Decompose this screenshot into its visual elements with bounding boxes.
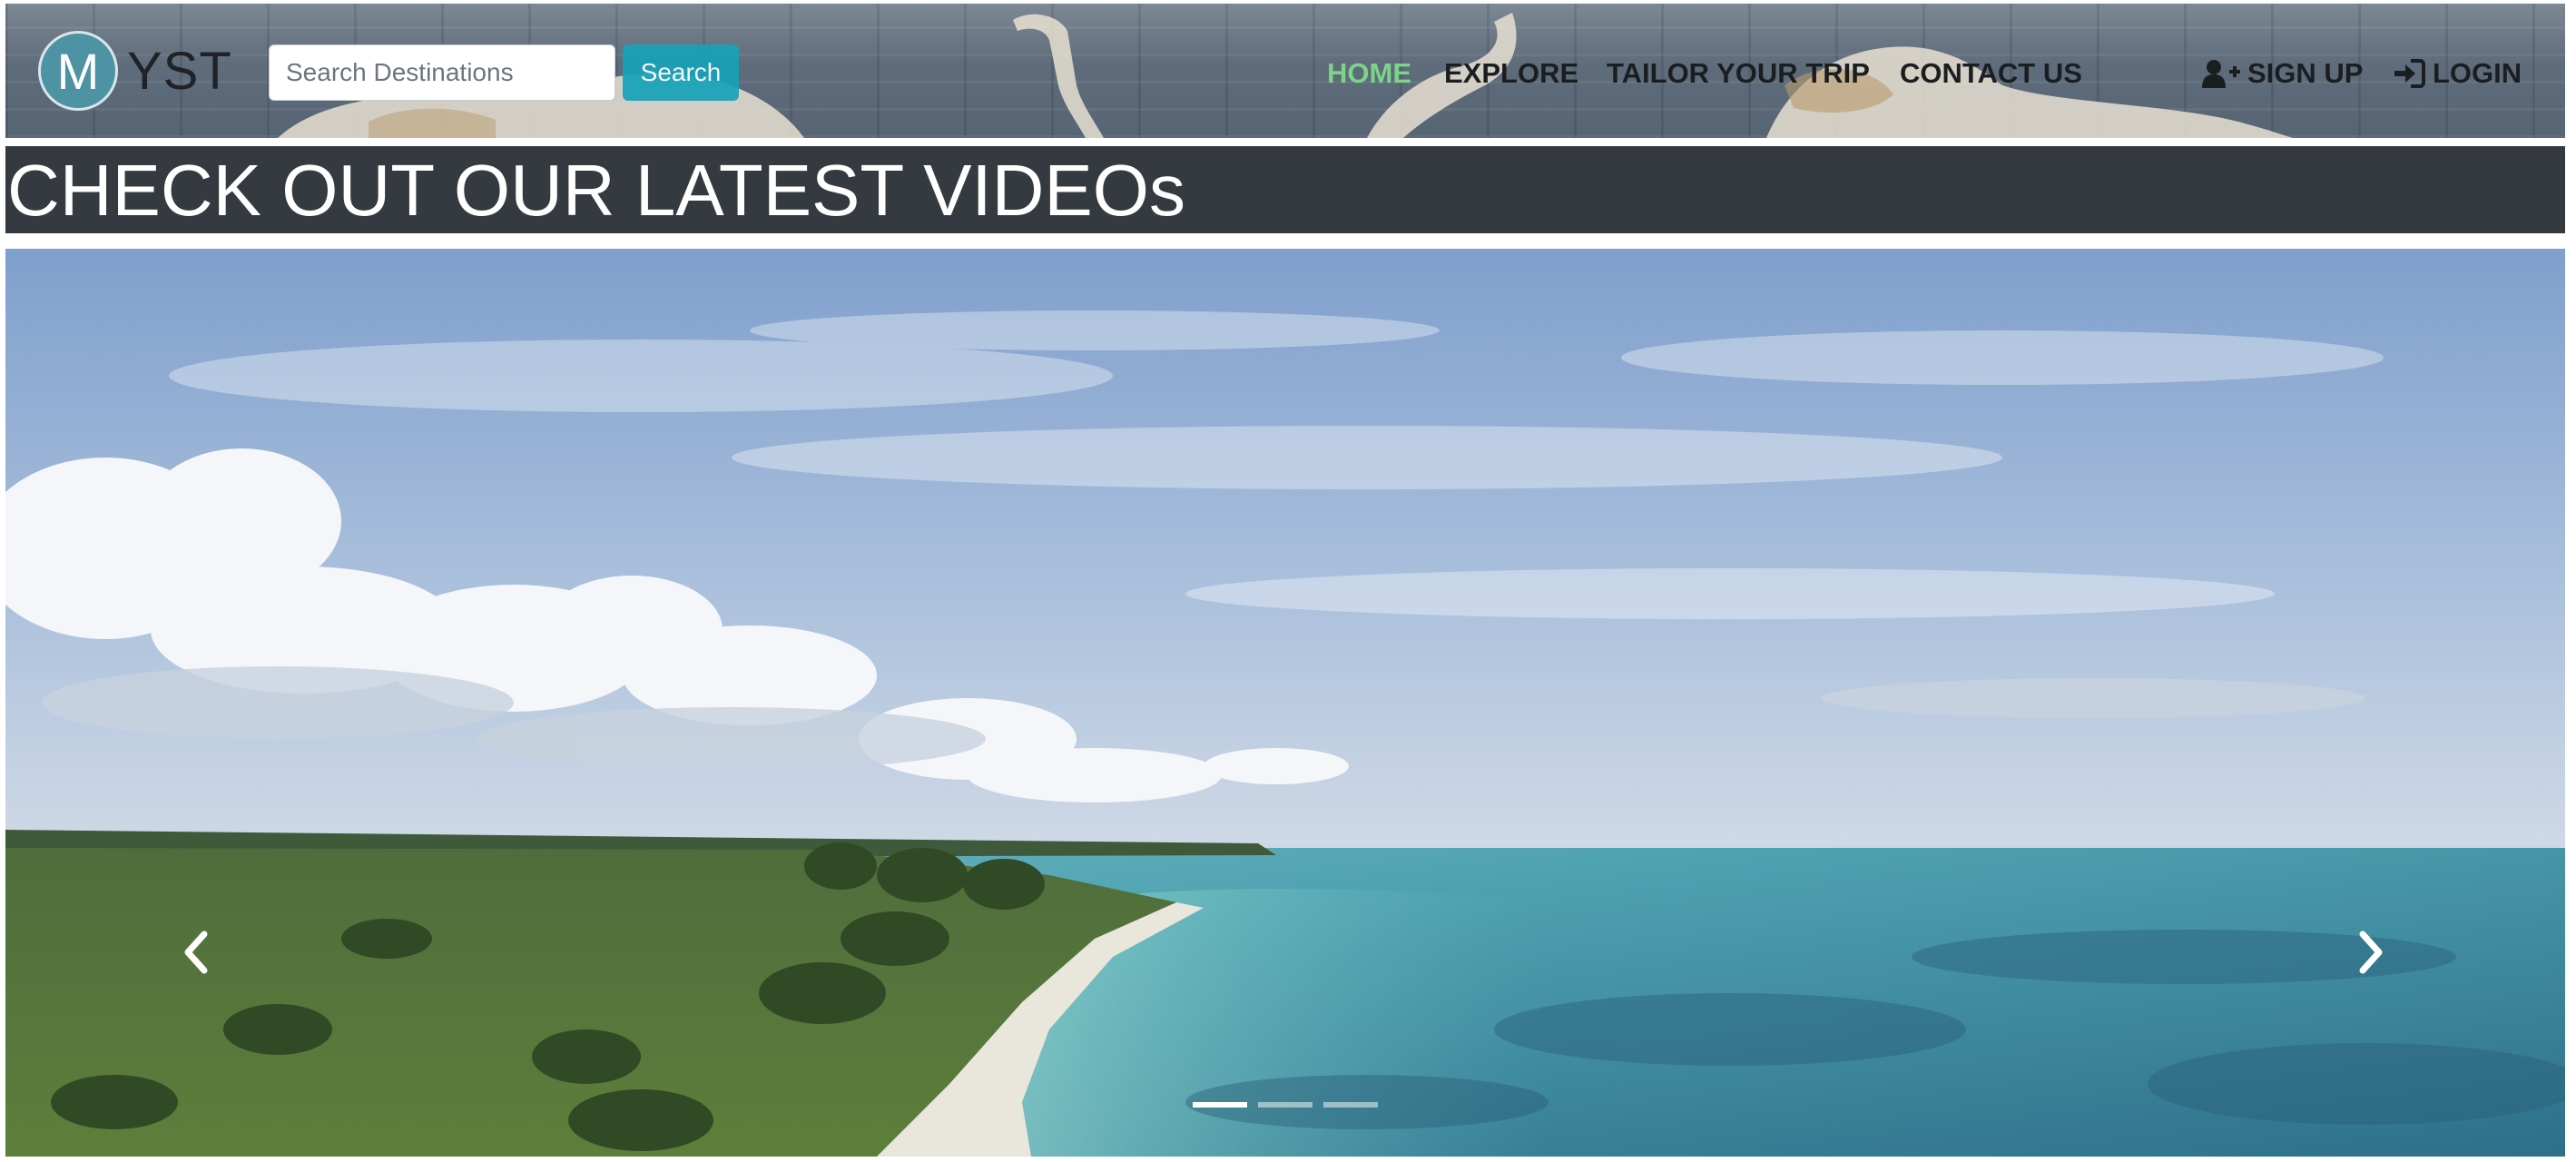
signup-label: SIGN UP <box>2247 57 2364 89</box>
signup-link[interactable]: SIGN UP <box>2202 51 2363 96</box>
carousel-next-button[interactable] <box>2344 921 2398 984</box>
nav-item-contact-us[interactable]: CONTACT US <box>1900 51 2082 96</box>
chevron-right-icon <box>2359 931 2383 974</box>
carousel-indicator-3[interactable] <box>1323 1102 1378 1108</box>
carousel-prev-button[interactable] <box>169 921 223 984</box>
sign-in-icon <box>2394 59 2425 88</box>
video-carousel[interactable] <box>5 249 2565 1157</box>
user-plus-icon <box>2202 60 2240 88</box>
nav-item-tailor-your-trip[interactable]: TAILOR YOUR TRIP <box>1607 51 1870 96</box>
login-label: LOGIN <box>2433 57 2522 89</box>
search-input[interactable] <box>269 44 615 101</box>
nav-item-home[interactable]: HOME <box>1327 51 1411 96</box>
logo-letter: M <box>56 42 100 100</box>
search-button[interactable]: Search <box>623 44 739 101</box>
login-link[interactable]: LOGIN <box>2393 51 2522 96</box>
navbar: M YST Search HOME EXPLORE TAILOR YOUR TR… <box>5 4 2565 138</box>
section-heading-bar: CHECK OUT OUR LATEST VIDEOs <box>5 146 2565 233</box>
logo-mark: M <box>38 31 118 111</box>
chevron-left-icon <box>184 931 208 974</box>
brand-name: YST <box>127 41 232 101</box>
carousel-indicators <box>1193 1102 1378 1108</box>
carousel-indicator-1[interactable] <box>1193 1102 1247 1108</box>
nav-item-explore[interactable]: EXPLORE <box>1444 51 1578 96</box>
brand[interactable]: M YST <box>38 27 232 114</box>
carousel-indicator-2[interactable] <box>1258 1102 1313 1108</box>
video-frame-beach-aerial <box>5 249 2565 1157</box>
section-heading: CHECK OUT OUR LATEST VIDEOs <box>7 150 1186 231</box>
